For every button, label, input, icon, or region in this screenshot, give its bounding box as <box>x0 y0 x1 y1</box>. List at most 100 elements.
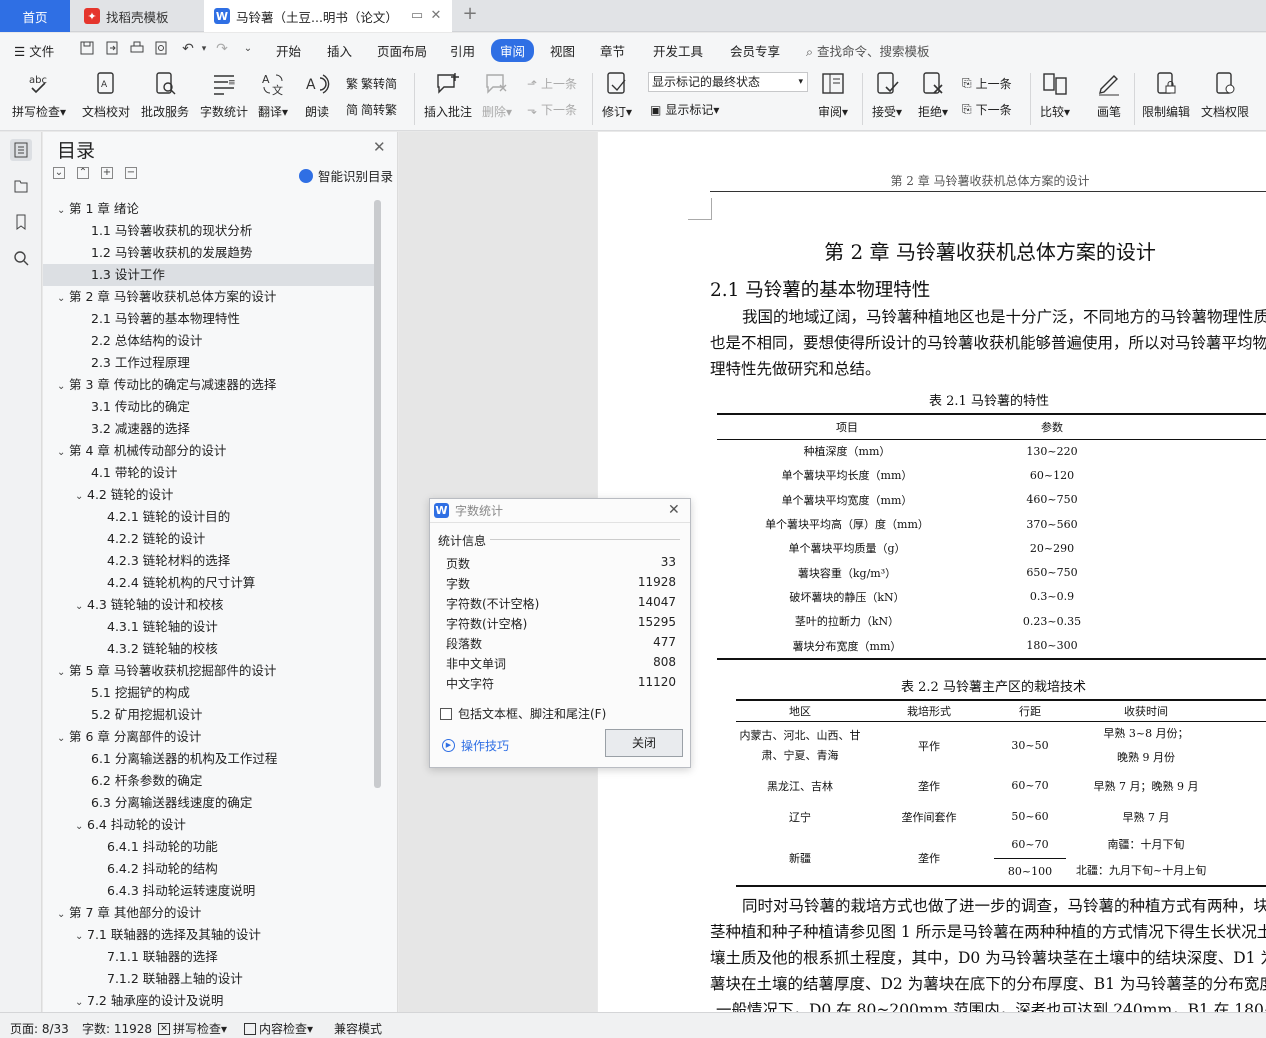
save-icon[interactable] <box>80 41 96 57</box>
show-markup-button[interactable]: ▣ 显示标记 ▾ <box>650 101 719 118</box>
chevron-down-icon[interactable]: ⌄ <box>75 926 87 948</box>
restrict-edit-button[interactable]: 限制编辑 <box>1142 71 1190 120</box>
toc-item[interactable]: ⌄ 第 2 章 马铃薯收获机总体方案的设计 <box>43 286 374 308</box>
document-page[interactable]: 第 2 章 马铃薯收获机总体方案的设计 第 2 章 马铃薯收获机总体方案的设计 … <box>598 132 1266 1012</box>
toc-item[interactable]: 6.1 分离输送器的机构及工作过程 <box>43 748 374 770</box>
tips-link[interactable]: ▶ 操作技巧 <box>442 737 509 754</box>
dialog-titlebar[interactable]: W 字数统计 ✕ <box>430 499 690 523</box>
expand-all-icon[interactable]: ⌃ <box>77 167 89 179</box>
bookmark-icon[interactable] <box>10 211 32 233</box>
chevron-down-icon[interactable]: ⌄ <box>57 904 69 926</box>
toc-item[interactable]: 1.1 马铃薯收获机的现状分析 <box>43 220 374 242</box>
toc-item[interactable]: 3.1 传动比的确定 <box>43 396 374 418</box>
translate-button[interactable]: A文 翻译▾ <box>258 71 288 120</box>
toc-item[interactable]: ⌄ 第 3 章 传动比的确定与减速器的选择 <box>43 374 374 396</box>
word-count-indicator[interactable]: 字数: 11928 <box>82 1020 152 1037</box>
toc-item[interactable]: 6.4.1 抖动轮的功能 <box>43 836 374 858</box>
menu-insert[interactable]: 插入 <box>327 41 352 60</box>
chapter-nav-icon[interactable] <box>10 175 32 197</box>
chevron-down-icon[interactable]: ⌄ <box>75 596 87 618</box>
toc-item[interactable]: 1.2 马铃薯收获机的发展趋势 <box>43 242 374 264</box>
trad-to-simp-button[interactable]: 繁繁转简 <box>346 75 397 92</box>
remove-heading-icon[interactable]: − <box>125 167 137 179</box>
menu-reference[interactable]: 引用 <box>450 41 475 60</box>
delete-comment-button[interactable]: 删除▾ <box>482 71 512 120</box>
toc-scrollbar[interactable] <box>374 200 381 788</box>
toc-item[interactable]: ⌄ 第 6 章 分离部件的设计 <box>43 726 374 748</box>
menu-section[interactable]: 章节 <box>600 41 625 60</box>
markup-display-select[interactable]: 显示标记的最终状态 ▾ <box>648 72 808 92</box>
command-search[interactable]: ⌕ 查找命令、搜索模板 <box>806 41 930 60</box>
toc-item[interactable]: 2.1 马铃薯的基本物理特性 <box>43 308 374 330</box>
chevron-down-icon[interactable]: ⌄ <box>75 992 87 1012</box>
toc-item[interactable]: 3.2 减速器的选择 <box>43 418 374 440</box>
read-aloud-button[interactable]: A 朗读 <box>304 71 330 120</box>
window-icon[interactable]: ▭ <box>409 8 425 24</box>
chevron-down-icon[interactable]: ⌄ <box>57 442 69 464</box>
toc-item[interactable]: 4.2.1 链轮的设计目的 <box>43 506 374 528</box>
toc-item[interactable]: 6.3 分离输送器线速度的确定 <box>43 792 374 814</box>
toc-item[interactable]: 5.1 挖掘铲的构成 <box>43 682 374 704</box>
toc-item[interactable]: 5.2 矿用挖掘机设计 <box>43 704 374 726</box>
next-comment-button[interactable]: ⬎ 下一条 <box>527 101 577 118</box>
toc-item[interactable]: 6.4.3 抖动轮运转速度说明 <box>43 880 374 902</box>
export-icon[interactable] <box>105 41 121 57</box>
tab-template[interactable]: ✦ 找稻壳模板 <box>72 0 202 32</box>
chevron-down-icon[interactable]: ⌄ <box>75 486 87 508</box>
new-tab-icon[interactable]: + <box>462 5 478 23</box>
toc-item[interactable]: 7.1.1 联轴器的选择 <box>43 946 374 968</box>
toc-item[interactable]: 1.3 设计工作 <box>43 264 374 286</box>
file-menu[interactable]: ☰ 文件 <box>14 41 54 60</box>
menu-page-layout[interactable]: 页面布局 <box>377 41 427 60</box>
menu-review[interactable]: 审阅 <box>491 39 535 62</box>
toc-panel-icon[interactable] <box>10 139 32 161</box>
batch-service-button[interactable]: 批改服务 <box>141 71 189 120</box>
tab-home[interactable]: 首页 <box>0 0 70 32</box>
next-change-button[interactable]: ⎘ 下一条 <box>962 101 1012 118</box>
spell-check-status[interactable]: ✕ 拼写检查 ▾ <box>158 1020 227 1037</box>
insert-comment-button[interactable]: 插入批注 <box>424 71 472 120</box>
chevron-down-icon[interactable]: ⌄ <box>75 816 87 838</box>
toc-item[interactable]: ⌄ 6.4 抖动轮的设计 <box>43 814 374 836</box>
smart-toc-button[interactable]: 智能识别目录 <box>299 166 393 185</box>
redo-icon[interactable]: ↷ <box>214 41 230 57</box>
toc-item[interactable]: 4.2.3 链轮材料的选择 <box>43 550 374 572</box>
compare-button[interactable]: 比较▾ <box>1040 71 1070 120</box>
toc-item[interactable]: 2.3 工作过程原理 <box>43 352 374 374</box>
close-tab-icon[interactable]: ✕ <box>428 8 444 24</box>
toc-item[interactable]: 4.3.2 链轮轴的校核 <box>43 638 374 660</box>
toc-item[interactable]: 7.1.2 联轴器上轴的设计 <box>43 968 374 990</box>
spell-check-button[interactable]: abc 拼写检查▾ <box>12 71 66 120</box>
include-notes-checkbox[interactable]: 包括文本框、脚注和尾注(F) <box>440 705 606 722</box>
print-preview-icon[interactable] <box>154 41 170 57</box>
print-icon[interactable] <box>130 41 146 57</box>
close-button[interactable]: 关闭 <box>605 729 683 757</box>
toc-item[interactable]: 4.3.1 链轮轴的设计 <box>43 616 374 638</box>
add-heading-icon[interactable]: + <box>101 167 113 179</box>
toc-item[interactable]: 6.2 杆条参数的确定 <box>43 770 374 792</box>
quick-access-dropdown-icon[interactable]: ⌄ <box>240 41 256 57</box>
doc-proof-button[interactable]: A 文档校对 <box>82 71 130 120</box>
menu-member[interactable]: 会员专享 <box>730 41 780 60</box>
toc-item[interactable]: ⌄ 第 4 章 机械传动部分的设计 <box>43 440 374 462</box>
toc-item[interactable]: ⌄ 第 1 章 绪论 <box>43 198 374 220</box>
word-count-button[interactable]: ≡ 字数统计 <box>200 71 248 120</box>
prev-comment-button[interactable]: ⬏ 上一条 <box>527 75 577 92</box>
toc-item[interactable]: 2.2 总体结构的设计 <box>43 330 374 352</box>
chevron-down-icon[interactable]: ⌄ <box>57 376 69 398</box>
page-indicator[interactable]: 页面: 8/33 <box>10 1020 69 1037</box>
close-icon[interactable]: ✕ <box>373 138 386 156</box>
chevron-down-icon[interactable]: ⌄ <box>57 200 69 222</box>
close-icon[interactable]: ✕ <box>668 502 680 518</box>
checkbox-box[interactable] <box>440 707 452 720</box>
reject-button[interactable]: 拒绝▾ <box>918 71 948 120</box>
toc-item[interactable]: 4.2.2 链轮的设计 <box>43 528 374 550</box>
review-pane-button[interactable]: 审阅▾ <box>818 71 848 120</box>
revise-button[interactable]: 修订▾ <box>602 71 632 120</box>
menu-start[interactable]: 开始 <box>276 41 301 60</box>
doc-permission-button[interactable]: 文档权限 <box>1201 71 1249 120</box>
collapse-all-icon[interactable]: ⌄ <box>53 167 65 179</box>
find-icon[interactable] <box>10 247 32 269</box>
toc-item[interactable]: 6.4.2 抖动轮的结构 <box>43 858 374 880</box>
toc-item[interactable]: 4.2.4 链轮机构的尺寸计算 <box>43 572 374 594</box>
